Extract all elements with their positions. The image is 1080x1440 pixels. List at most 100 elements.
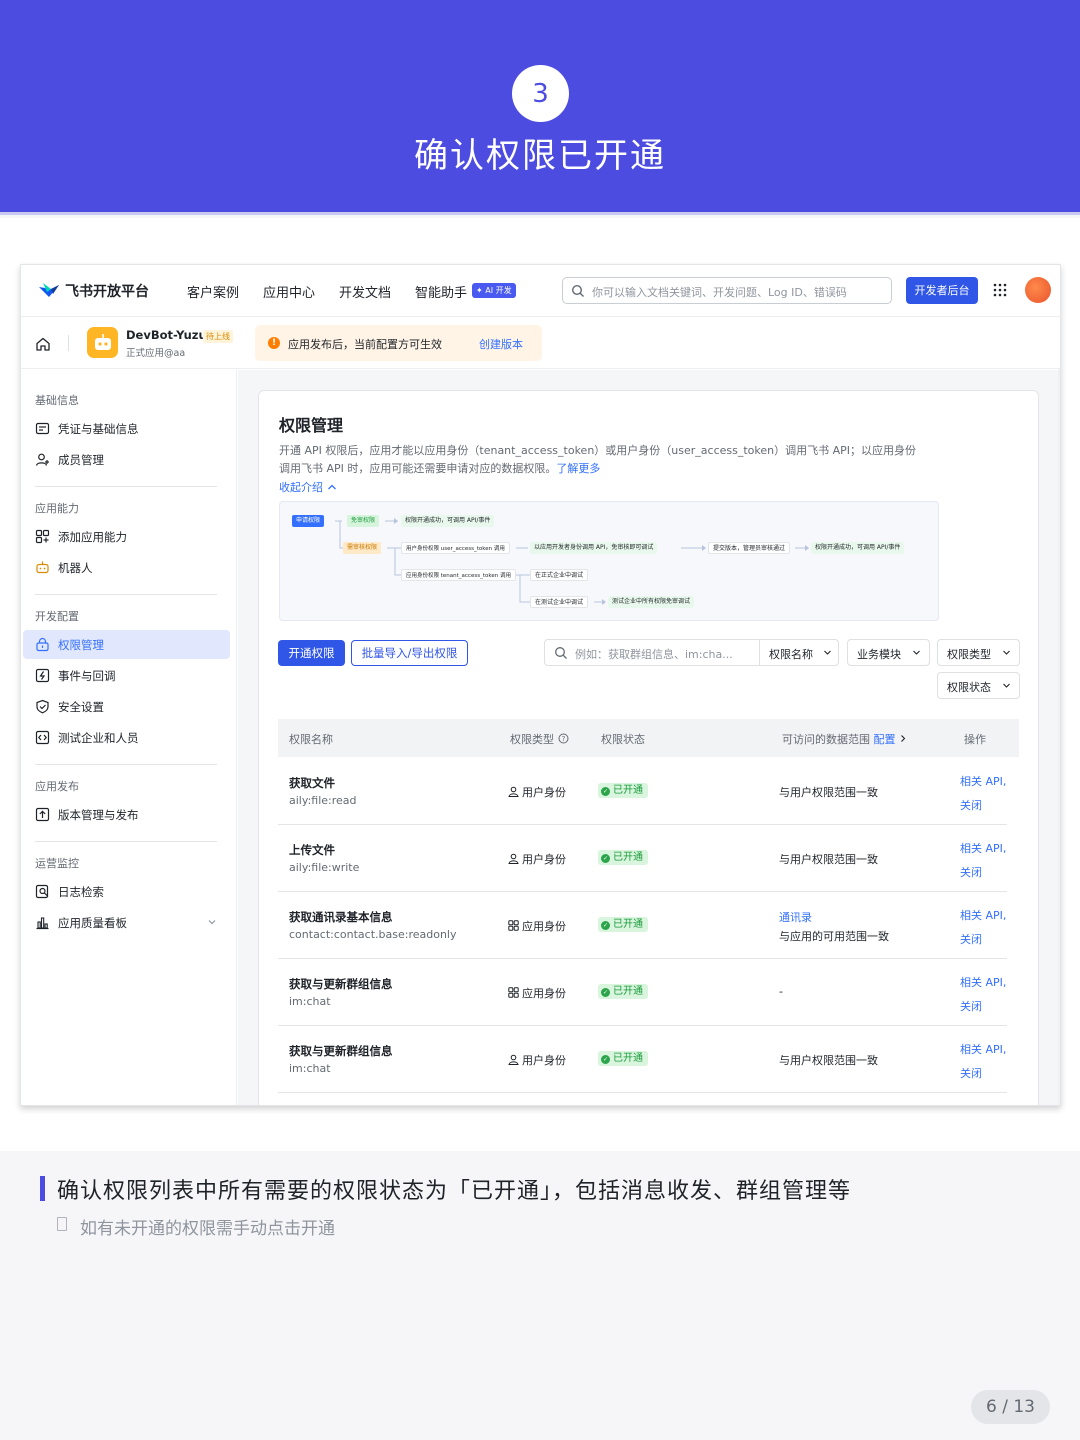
sidebar-item-test-enterprise[interactable]: 测试企业和人员 bbox=[23, 723, 230, 752]
status-label: 已开通 bbox=[613, 785, 643, 796]
col-status: 权限状态 bbox=[601, 733, 645, 746]
close-permission-link[interactable]: 关闭 bbox=[960, 931, 982, 947]
sidebar-item-log-search[interactable]: 日志检索 bbox=[23, 877, 230, 906]
contacts-scope-link[interactable]: 通讯录 bbox=[779, 909, 812, 925]
sidebar-item-version[interactable]: 版本管理与发布 bbox=[23, 800, 230, 829]
close-permission-link[interactable]: 关闭 bbox=[960, 998, 982, 1014]
sidebar-group-release: 应用发布 bbox=[35, 780, 79, 793]
status-badge: ✓ 已开通 bbox=[598, 984, 648, 999]
table-row: 获取通讯录基本信息 contact:contact.base:readonly … bbox=[278, 892, 1007, 959]
sidebar-item-permissions[interactable]: 权限管理 bbox=[23, 630, 230, 659]
permission-type: 用户身份 bbox=[508, 784, 566, 800]
apps-grid-icon[interactable] bbox=[993, 283, 1007, 297]
batch-import-export-button[interactable]: 批量导入/导出权限 bbox=[351, 640, 468, 666]
user-avatar[interactable] bbox=[1025, 277, 1051, 303]
collapse-label: 收起介绍 bbox=[279, 481, 323, 494]
close-permission-link[interactable]: 关闭 bbox=[960, 797, 982, 813]
nav-customer-cases[interactable]: 客户案例 bbox=[187, 282, 239, 301]
sidebar-item-label: 应用质量看板 bbox=[58, 916, 127, 930]
enable-permission-button[interactable]: 开通权限 bbox=[278, 640, 345, 666]
sidebar-item-credentials[interactable]: 凭证与基础信息 bbox=[23, 414, 230, 443]
select-value: 权限类型 bbox=[947, 648, 991, 661]
sidebar-item-add-capability[interactable]: 添加应用能力 bbox=[23, 522, 230, 551]
robot-app-icon bbox=[94, 333, 111, 350]
data-scope: 与用户权限范围一致 bbox=[779, 786, 878, 799]
feishu-logo-icon[interactable] bbox=[37, 281, 61, 299]
sidebar-item-label: 机器人 bbox=[58, 561, 93, 575]
global-search-input[interactable]: 你可以输入文档关键词、开发问题、Log ID、错误码 bbox=[562, 277, 892, 304]
status-label: 已开通 bbox=[613, 852, 643, 863]
sidebar-item-members[interactable]: 成员管理 bbox=[23, 445, 230, 474]
data-scope: 与用户权限范围一致 bbox=[779, 853, 878, 866]
check-icon: ✓ bbox=[601, 787, 610, 796]
sidebar-item-label: 安全设置 bbox=[58, 700, 104, 714]
app-status-badge: 待上线 bbox=[203, 330, 233, 343]
col-type-label: 权限类型 bbox=[510, 733, 554, 746]
related-api-link[interactable]: 相关 API, bbox=[960, 840, 1006, 856]
table-header: 权限名称 权限类型 ? 权限状态 可访问的数据范围 配置 操作 bbox=[278, 719, 1019, 757]
permission-status-select[interactable]: 权限状态 bbox=[937, 672, 1020, 699]
flow-user-token: 用户身份权限 user_access_token 调用 bbox=[401, 542, 510, 554]
sidebar-item-quality-board[interactable]: 应用质量看板 bbox=[23, 908, 230, 937]
business-module-select[interactable]: 业务模块 bbox=[847, 639, 930, 666]
flow-test-ok: 测试企业中所有权限免审调试 bbox=[608, 596, 695, 608]
permission-type-label: 用户身份 bbox=[522, 853, 566, 866]
chevron-right-icon bbox=[901, 735, 906, 742]
user-icon bbox=[508, 1054, 519, 1065]
developer-console-button[interactable]: 开发者后台 bbox=[906, 277, 978, 304]
scrollbar[interactable] bbox=[1058, 369, 1060, 1105]
sidebar-item-label: 权限管理 bbox=[58, 638, 104, 652]
collapse-intro-link[interactable]: 收起介绍 bbox=[279, 479, 337, 495]
chevron-down-icon bbox=[1003, 683, 1010, 688]
scope-config-link[interactable]: 配置 bbox=[874, 733, 896, 746]
nav-dev-docs[interactable]: 开发文档 bbox=[339, 282, 391, 301]
id-card-icon bbox=[35, 422, 50, 435]
related-api-link[interactable]: 相关 API, bbox=[960, 1041, 1006, 1057]
robot-icon bbox=[36, 561, 49, 574]
nav-smart-assistant[interactable]: 智能助手 bbox=[415, 282, 467, 301]
sidebar-item-robot[interactable]: 机器人 bbox=[23, 553, 230, 582]
related-api-link[interactable]: 相关 API, bbox=[960, 773, 1006, 789]
status-label: 已开通 bbox=[613, 919, 643, 930]
check-icon: ✓ bbox=[601, 988, 610, 997]
related-api-link[interactable]: 相关 API, bbox=[960, 974, 1006, 990]
learn-more-link[interactable]: 了解更多 bbox=[556, 462, 600, 475]
related-api-link[interactable]: 相关 API, bbox=[960, 907, 1006, 923]
create-version-link[interactable]: 创建版本 bbox=[479, 336, 523, 352]
check-icon: ✓ bbox=[601, 1055, 610, 1064]
note-icon bbox=[57, 1217, 67, 1231]
sidebar-item-security[interactable]: 安全设置 bbox=[23, 692, 230, 721]
flow-no-review: 免审权限 bbox=[347, 515, 380, 527]
permission-search-input[interactable]: 例如：获取群组信息、im:cha... 权限名称 bbox=[544, 639, 839, 666]
col-type[interactable]: 权限类型 ? bbox=[510, 731, 569, 747]
permission-name: 上传文件 bbox=[289, 843, 335, 857]
warning-icon: ! bbox=[268, 337, 280, 349]
permission-type-select[interactable]: 权限类型 bbox=[937, 639, 1020, 666]
help-icon[interactable]: ? bbox=[558, 733, 569, 744]
chevron-down-icon[interactable] bbox=[207, 917, 217, 927]
col-op: 操作 bbox=[964, 733, 986, 746]
platform-name[interactable]: 飞书开放平台 bbox=[65, 281, 149, 301]
permission-name: 获取通讯录基本信息 bbox=[289, 910, 393, 924]
sidebar-group-capabilities: 应用能力 bbox=[35, 502, 79, 515]
log-search-icon bbox=[35, 884, 49, 899]
page-indicator: 6 / 13 bbox=[971, 1390, 1050, 1424]
sidebar-item-events[interactable]: 事件与回调 bbox=[23, 661, 230, 690]
close-permission-link[interactable]: 关闭 bbox=[960, 1065, 982, 1081]
search-scope-select[interactable]: 权限名称 bbox=[759, 640, 839, 665]
col-scope-label: 可访问的数据范围 bbox=[782, 733, 870, 746]
permission-name: 获取文件 bbox=[289, 776, 335, 790]
nav-app-center[interactable]: 应用中心 bbox=[263, 282, 315, 301]
permission-type: 应用身份 bbox=[508, 985, 566, 1001]
permission-flow-diagram: 申请权限 免审权限 权限开通成功，可调用 API/事件 需审核权限 用户身份权限… bbox=[279, 501, 939, 621]
app-name[interactable]: DevBot-Yuzu bbox=[126, 328, 207, 342]
flow-no-review-ok: 权限开通成功，可调用 API/事件 bbox=[401, 515, 495, 527]
flow-final-ok: 权限开通成功，可调用 API/事件 bbox=[811, 542, 905, 554]
home-icon[interactable] bbox=[35, 336, 51, 352]
divider bbox=[35, 486, 217, 487]
divider bbox=[68, 335, 69, 351]
permission-name: 获取与更新群组信息 bbox=[289, 1044, 393, 1058]
sidebar-item-label: 添加应用能力 bbox=[58, 530, 127, 544]
permission-code: im:chat bbox=[289, 1062, 331, 1075]
close-permission-link[interactable]: 关闭 bbox=[960, 864, 982, 880]
